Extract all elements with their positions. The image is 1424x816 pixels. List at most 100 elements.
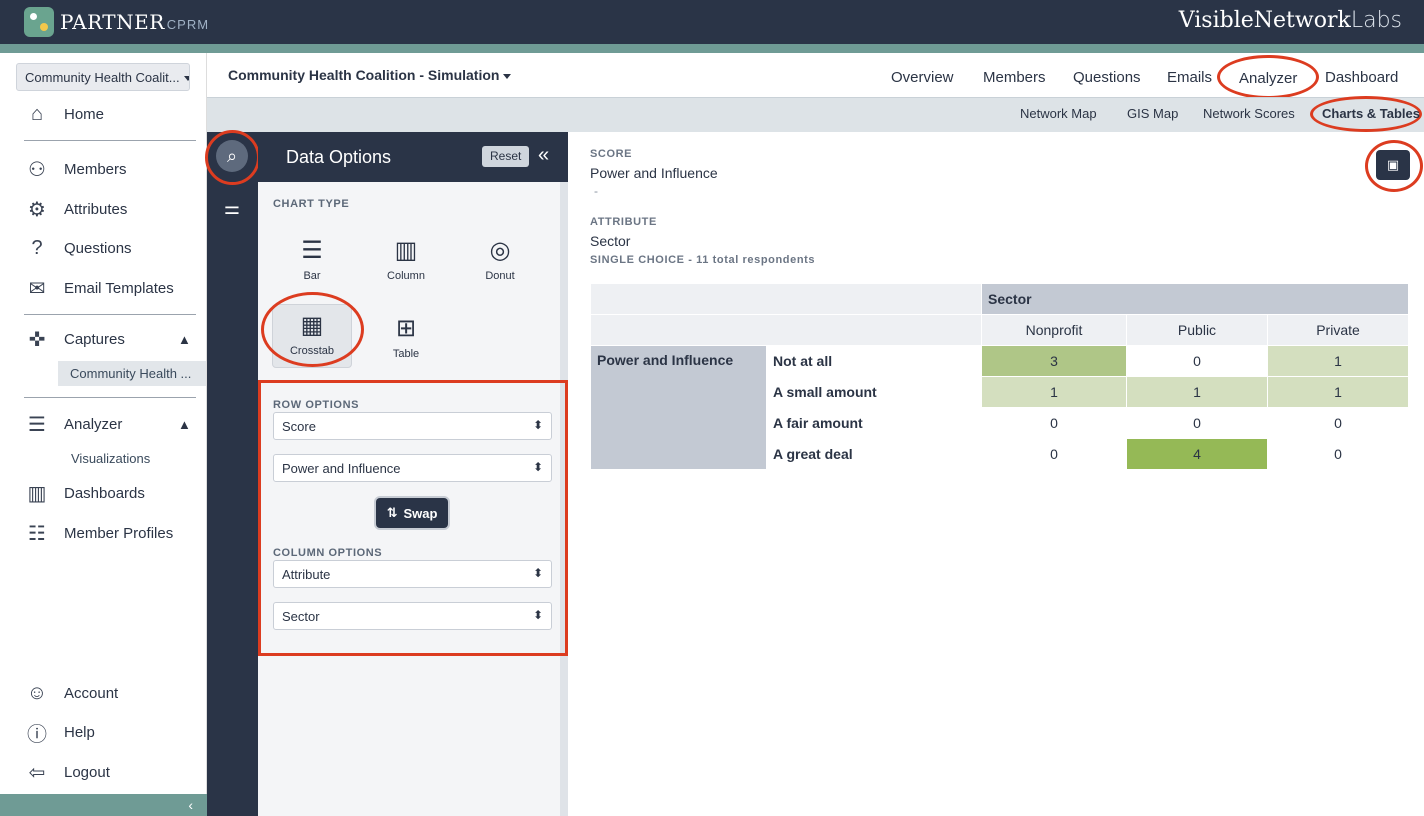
collapse-panel-icon[interactable]: « <box>538 144 549 167</box>
members-icon: ⚇ <box>28 158 46 181</box>
sidebar-item-questions[interactable]: ? Questions <box>24 235 131 261</box>
crosstab-highlight <box>261 292 364 367</box>
subtab-network-map[interactable]: Network Map <box>1020 106 1097 121</box>
chart-type-bar[interactable]: ☰ Bar <box>272 230 352 294</box>
brand[interactable]: PARTNER CPRM <box>24 6 209 38</box>
chart-type-label-donut: Donut <box>485 270 515 282</box>
chevron-up-icon[interactable]: ▲ <box>178 332 191 347</box>
sidebar-subitem-visualizations[interactable]: Visualizations <box>71 451 150 466</box>
reset-button[interactable]: Reset <box>482 146 530 167</box>
crosstab-cell: 3 <box>981 345 1127 377</box>
tab-emails[interactable]: Emails <box>1167 69 1212 86</box>
app-header: PARTNER CPRM VisibleNetworkLabs <box>0 0 1424 44</box>
chart-type-column[interactable]: ▥ Column <box>366 230 446 294</box>
subtab-charts-tables[interactable]: Charts & Tables <box>1322 106 1420 121</box>
sidebar-item-label: Captures <box>64 330 125 348</box>
score-label: SCORE <box>590 148 633 160</box>
company-logo-part-2: Network <box>1253 8 1351 33</box>
account-icon: ☺ <box>26 681 48 704</box>
coalition-select-label: Community Health Coalit... <box>25 70 180 85</box>
crosstab-cell: 1 <box>981 376 1127 408</box>
row-header: A fair amount <box>766 407 982 439</box>
sidebar: Community Health Coalit... ⌂ Home ⚇ Memb… <box>0 53 207 816</box>
question-icon: ? <box>31 236 43 259</box>
score-dash: - <box>594 184 598 198</box>
caret-down-icon <box>503 73 512 79</box>
sidebar-item-analyzer[interactable]: ☰ Analyzer <box>24 411 122 437</box>
subtab-network-scores[interactable]: Network Scores <box>1203 106 1295 121</box>
column-header: Private <box>1267 314 1409 346</box>
divider <box>24 397 196 398</box>
chart-type-label-bar: Bar <box>303 270 321 282</box>
sidebar-item-label: Analyzer <box>64 415 123 433</box>
sidebar-item-label: Member Profiles <box>64 524 174 542</box>
score-value: Power and Influence <box>590 165 718 181</box>
sidebar-item-email-templates[interactable]: ✉ Email Templates <box>24 275 174 301</box>
sidebar-item-logout[interactable]: ⇦ Logout <box>24 759 110 785</box>
crosstab-cell: 1 <box>1267 345 1409 377</box>
crosstab-cell: 0 <box>1126 407 1268 439</box>
crosstab-cell: 0 <box>981 438 1127 470</box>
partner-logo-icon <box>24 7 54 37</box>
page-title-text: Community Health Coalition - Simulation <box>228 67 500 83</box>
row-header: A great deal <box>766 438 982 470</box>
analyzer-icon: ☰ <box>28 413 46 436</box>
sidebar-item-label: Email Templates <box>64 279 174 297</box>
tab-members[interactable]: Members <box>983 69 1046 86</box>
chart-type-table[interactable]: ⊞ Table <box>366 308 446 372</box>
sidebar-item-help[interactable]: ⓘ Help <box>24 719 95 746</box>
help-icon: ⓘ <box>27 723 47 746</box>
row-header: A small amount <box>766 376 982 408</box>
sidebar-item-members[interactable]: ⚇ Members <box>24 156 126 182</box>
brand-name: PARTNER <box>60 10 165 34</box>
crosstab-corner <box>590 314 982 346</box>
sidebar-item-member-profiles[interactable]: ☷ Member Profiles <box>24 520 173 546</box>
panel-title: Data Options <box>286 147 392 167</box>
subtab-gis-map[interactable]: GIS Map <box>1127 106 1178 121</box>
tab-questions[interactable]: Questions <box>1073 69 1141 86</box>
divider <box>24 140 196 141</box>
panel-header: Data Options Reset « <box>258 132 568 182</box>
attribute-meta: SINGLE CHOICE - 11 total respondents <box>590 254 816 266</box>
logout-icon: ⇦ <box>28 761 46 784</box>
settings-toggle[interactable]: ⚌ <box>216 192 248 224</box>
column-header: Nonprofit <box>981 314 1127 346</box>
crosstab-corner <box>590 283 982 315</box>
caret-down-icon <box>183 76 189 82</box>
sidebar-item-account[interactable]: ☺ Account <box>24 680 118 706</box>
tool-rail: ⌕ ⚌ <box>207 132 258 816</box>
tab-dashboard[interactable]: Dashboard <box>1325 69 1398 86</box>
sliders-icon: ⚌ <box>223 197 241 218</box>
column-chart-icon: ▥ <box>394 237 418 264</box>
save-highlight <box>1365 140 1423 192</box>
donut-chart-icon: ◎ <box>489 237 511 264</box>
company-logo: VisibleNetworkLabs <box>1179 8 1402 33</box>
sidebar-item-label: Help <box>64 723 95 741</box>
page-title[interactable]: Community Health Coalition - Simulation <box>228 67 512 83</box>
sidebar-item-captures[interactable]: ✜ Captures <box>24 326 125 352</box>
chevron-up-icon[interactable]: ▲ <box>178 417 191 432</box>
tab-overview[interactable]: Overview <box>891 69 954 86</box>
sidebar-item-dashboards[interactable]: ▥ Dashboards <box>24 480 145 506</box>
chart-type-label: CHART TYPE <box>273 198 350 210</box>
sidebar-item-label: Account <box>64 684 119 702</box>
sidebar-subitem-capture[interactable]: Community Health ... <box>58 361 206 386</box>
home-icon: ⌂ <box>30 102 44 125</box>
chevron-left-icon: ‹ <box>188 797 193 813</box>
table-row: Power and Influence Not at all 3 0 1 <box>590 345 1409 470</box>
sidebar-item-attributes[interactable]: ⚙ Attributes <box>24 196 127 222</box>
chart-type-label-column: Column <box>387 270 425 282</box>
crosstab-table: Sector Nonprofit Public Private Power an… <box>590 283 1409 470</box>
chart-type-donut[interactable]: ◎ Donut <box>460 230 540 294</box>
coalition-select[interactable]: Community Health Coalit... <box>16 63 190 91</box>
sidebar-item-home[interactable]: ⌂ Home <box>24 101 104 127</box>
row-header: Not at all <box>766 345 982 377</box>
tab-analyzer[interactable]: Analyzer <box>1239 70 1297 87</box>
crosstab-cell: 0 <box>1267 407 1409 439</box>
crosstab-body: Power and Influence Not at all 3 0 1 A small … <box>590 345 1409 470</box>
sidebar-collapse-button[interactable]: ‹ <box>0 794 207 816</box>
sidebar-item-label: Dashboards <box>64 484 145 502</box>
crosstab-cell: 1 <box>1126 376 1268 408</box>
attribute-value: Sector <box>590 233 631 249</box>
captures-icon: ✜ <box>28 328 46 351</box>
